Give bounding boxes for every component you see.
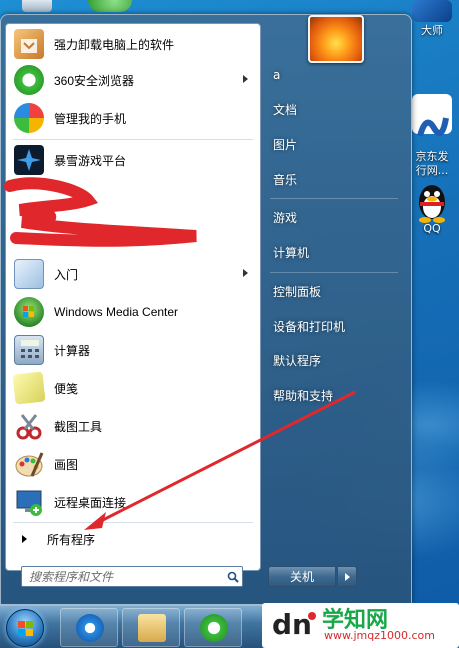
right-item-computer[interactable]: 计算机 (266, 237, 402, 267)
program-label: 便笺 (54, 381, 79, 396)
desktop-icon-qq[interactable]: QQ (404, 180, 459, 236)
right-item-pictures[interactable]: 图片 (266, 129, 402, 159)
all-programs-button[interactable]: 所有程序 (8, 527, 258, 551)
master-app-icon (412, 0, 452, 22)
taskbar-360-button[interactable] (184, 608, 242, 647)
program-label: Windows Media Center (54, 305, 179, 319)
menu-separator (13, 139, 253, 140)
submenu-arrow-icon[interactable] (243, 75, 248, 83)
right-item-label: a (273, 68, 281, 82)
desktop-icon-label: QQ (423, 222, 441, 235)
right-item-games[interactable]: 游戏 (266, 202, 402, 232)
program-snipping-tool[interactable]: 截图工具 (8, 408, 258, 444)
media-center-icon (14, 297, 44, 327)
right-item-label: 图片 (273, 137, 298, 152)
right-item-label: 默认程序 (273, 353, 322, 368)
menu-separator (270, 198, 398, 199)
submenu-arrow-icon[interactable] (243, 269, 248, 277)
remote-desktop-icon (14, 487, 44, 517)
folder-icon (138, 614, 166, 642)
menu-separator (13, 522, 253, 523)
shortcut-icon[interactable] (88, 0, 132, 12)
program-media-center[interactable]: Windows Media Center (8, 294, 258, 330)
all-programs-label: 所有程序 (47, 532, 96, 547)
desktop-icon-jd[interactable]: 京东发 行网... (404, 80, 459, 178)
program-label: 强力卸载电脑上的软件 (54, 37, 175, 52)
program-label: 入门 (54, 267, 79, 282)
uninstall-icon (14, 29, 44, 59)
360-browser-icon (200, 614, 228, 642)
right-item-control-panel[interactable]: 控制面板 (266, 276, 402, 306)
right-item-label: 设备和打印机 (273, 319, 346, 334)
search-box[interactable] (21, 566, 243, 587)
program-label: 管理我的手机 (54, 111, 127, 126)
qq-penguin-icon (412, 180, 452, 223)
program-label: 画图 (54, 457, 79, 472)
shutdown-label: 关机 (289, 570, 314, 584)
program-phone-manager[interactable]: 管理我的手机 (8, 100, 258, 136)
search-icon[interactable] (224, 568, 242, 585)
internet-explorer-icon (76, 614, 104, 642)
calculator-icon (14, 335, 44, 365)
recycle-bin-icon[interactable] (22, 0, 52, 12)
right-item-label: 音乐 (273, 172, 298, 187)
program-uninstall[interactable]: 强力卸载电脑上的软件 (8, 26, 258, 62)
phone-manager-icon (14, 103, 44, 133)
right-item-label: 文档 (273, 102, 298, 117)
right-item-help-support[interactable]: 帮助和支持 (266, 380, 402, 410)
360-browser-icon (14, 65, 44, 95)
watermark-url: www.jmqz1000.com (324, 629, 435, 642)
taskbar-ie-button[interactable] (60, 608, 118, 647)
desktop-icon-master[interactable]: 大师 (404, 0, 459, 38)
start-orb-button[interactable] (6, 609, 44, 647)
right-item-devices-printers[interactable]: 设备和打印机 (266, 311, 402, 341)
program-label: 截图工具 (54, 419, 103, 434)
right-item-music[interactable]: 音乐 (266, 164, 402, 194)
menu-separator (270, 272, 398, 273)
user-picture[interactable] (308, 15, 364, 63)
right-item-documents[interactable]: 文档 (266, 94, 402, 124)
program-battlenet[interactable]: 暴雪游戏平台 (8, 142, 258, 178)
program-paint[interactable]: 画图 (8, 446, 258, 482)
search-input[interactable] (22, 568, 224, 585)
svg-text:dn: dn (272, 608, 312, 640)
shutdown-options-button[interactable] (337, 566, 357, 587)
arrow-right-icon (22, 535, 27, 543)
right-item-default-programs[interactable]: 默认程序 (266, 345, 402, 375)
battlenet-icon (14, 145, 44, 175)
program-remote-desktop[interactable]: 远程桌面连接 (8, 484, 258, 520)
program-label: 360安全浏览器 (54, 73, 135, 88)
taskbar-explorer-button[interactable] (122, 608, 180, 647)
right-item-label: 游戏 (273, 210, 298, 225)
program-360-browser[interactable]: 360安全浏览器 (8, 62, 258, 98)
jd-app-icon (412, 94, 452, 137)
sticky-notes-icon (12, 371, 46, 405)
getting-started-icon (14, 259, 44, 289)
right-item-user[interactable]: a (266, 60, 402, 90)
program-sticky-notes[interactable]: 便笺 (8, 370, 258, 406)
watermark-logo: dn (272, 608, 318, 641)
right-item-label: 帮助和支持 (273, 388, 334, 403)
program-label: 远程桌面连接 (54, 495, 127, 510)
right-item-label: 控制面板 (273, 284, 322, 299)
desktop-icon-label: 京东发 行网... (415, 150, 449, 177)
program-calculator[interactable]: 计算器 (8, 332, 258, 368)
program-label: 暴雪游戏平台 (54, 153, 127, 168)
desktop-icon-label: 大师 (421, 24, 443, 37)
right-item-label: 计算机 (273, 245, 310, 260)
program-label: 计算器 (54, 343, 91, 358)
shutdown-button[interactable]: 关机 (268, 566, 336, 587)
paint-icon (14, 449, 44, 479)
snipping-tool-icon (14, 411, 44, 441)
program-getting-started[interactable]: 入门 (8, 256, 258, 292)
